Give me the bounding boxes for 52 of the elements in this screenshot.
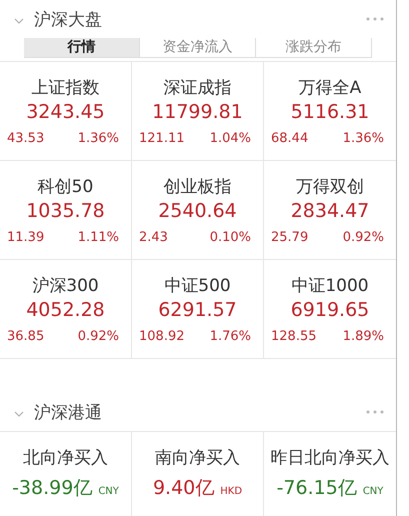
change-amount: 36.85: [7, 329, 44, 344]
index-value: 6291.57: [158, 299, 237, 321]
index-name: 万得双创: [296, 176, 364, 198]
change-amount: 25.79: [271, 230, 308, 245]
index-name: 上证指数: [32, 77, 100, 99]
index-name: 中证500: [164, 275, 231, 297]
change-percent: 1.11%: [78, 230, 119, 245]
flow-value: 9.40亿: [152, 476, 214, 501]
index-name: 万得全A: [298, 77, 362, 99]
index-name: 深证成指: [164, 77, 232, 99]
index-value: 3243.45: [26, 101, 105, 123]
index-value: 2834.47: [290, 200, 370, 222]
index-value: 4052.28: [26, 299, 105, 321]
currency-label: HKD: [220, 486, 242, 497]
change-amount: 108.92: [139, 329, 184, 344]
section-title: 沪深港通: [34, 402, 103, 424]
chevron-down-icon[interactable]: [14, 410, 24, 418]
change-amount: 121.11: [139, 131, 184, 146]
index-value: 5116.31: [290, 101, 370, 123]
change-percent: 1.36%: [342, 131, 384, 146]
more-icon[interactable]: [366, 410, 384, 414]
index-value: 1035.78: [26, 200, 105, 222]
change-amount: 11.39: [7, 230, 44, 245]
index-value: 6919.65: [290, 299, 370, 321]
flow-value: -38.99亿: [12, 476, 92, 501]
index-name: 沪深300: [32, 275, 99, 297]
section-title: 沪深大盘: [34, 8, 103, 30]
change-percent: 0.92%: [342, 230, 384, 245]
index-name: 创业板指: [164, 176, 232, 198]
change-amount: 68.44: [271, 131, 308, 146]
currency-label: CNY: [98, 486, 119, 497]
flow-value: -76.15亿: [276, 476, 357, 501]
change-percent: 0.10%: [210, 230, 251, 245]
change-percent: 1.89%: [342, 329, 384, 344]
flow-name: 南向净买入: [155, 447, 240, 469]
index-name: 科创50: [38, 176, 94, 198]
change-percent: 1.04%: [210, 131, 251, 146]
index-value: 11799.81: [152, 101, 243, 123]
change-amount: 43.53: [7, 131, 44, 146]
index-value: 2540.64: [158, 200, 237, 222]
tab[interactable]: 行情: [24, 38, 140, 57]
more-icon[interactable]: [366, 17, 384, 21]
change-amount: 2.43: [139, 230, 168, 245]
change-percent: 1.36%: [78, 131, 119, 146]
flow-name: 昨日北向净买入: [270, 447, 390, 469]
change-percent: 1.76%: [210, 329, 251, 344]
change-percent: 0.92%: [78, 329, 119, 344]
currency-label: CNY: [362, 486, 384, 497]
chevron-down-icon[interactable]: [14, 18, 24, 24]
change-amount: 128.55: [271, 329, 316, 344]
index-name: 中证1000: [291, 275, 369, 297]
flow-name: 北向净买入: [23, 447, 108, 469]
